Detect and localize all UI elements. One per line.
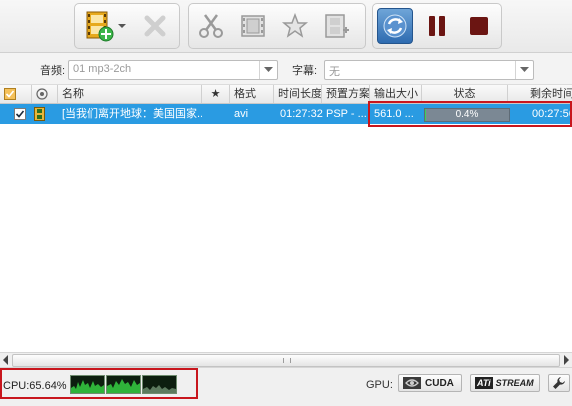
- film-icon: [34, 107, 45, 121]
- column-format[interactable]: 格式: [230, 85, 274, 103]
- audio-select[interactable]: 01 mp3-2ch: [68, 60, 278, 80]
- ati-stream-button[interactable]: ATi STREAM: [470, 374, 540, 392]
- row-type-icon: [34, 104, 50, 124]
- nvidia-eye-icon: [403, 377, 421, 389]
- toolbar-group-edit: [188, 3, 366, 49]
- convert-button[interactable]: [377, 8, 413, 44]
- audio-label: 音频:: [40, 65, 66, 77]
- column-name[interactable]: 名称: [58, 85, 202, 103]
- refresh-icon: [383, 14, 407, 38]
- row-duration: 01:27:32: [280, 108, 323, 120]
- select-all-checkbox[interactable]: [0, 85, 32, 103]
- column-type-icon[interactable]: [32, 85, 58, 103]
- ati-stream-label: STREAM: [495, 378, 534, 388]
- audio-select-value: 01 mp3-2ch: [73, 63, 132, 75]
- target-icon: [36, 88, 48, 100]
- add-video-button[interactable]: [81, 8, 117, 44]
- highlight-box-progress: [368, 101, 572, 127]
- close-icon: [144, 15, 166, 37]
- clip-button[interactable]: [193, 8, 229, 44]
- settings-button[interactable]: [548, 374, 570, 392]
- pause-icon: [429, 16, 445, 36]
- toolbar-group-convert: [372, 3, 502, 49]
- toolbar-group-add: [74, 3, 180, 49]
- subtitle-label: 字幕:: [292, 65, 318, 77]
- chevron-down-icon[interactable]: [259, 61, 277, 79]
- merge-button[interactable]: [319, 8, 355, 44]
- effect-button[interactable]: [235, 8, 271, 44]
- subtitle-select[interactable]: 无: [324, 60, 534, 80]
- add-video-icon: [86, 11, 114, 42]
- add-dropdown-button[interactable]: [115, 8, 129, 44]
- scroll-right-icon[interactable]: [562, 355, 570, 365]
- checkbox-icon: [14, 108, 26, 120]
- grip-icon: [283, 358, 291, 363]
- row-format: avi: [234, 108, 249, 120]
- subtitle-select-value: 无: [329, 66, 340, 78]
- options-bar: 音频: 01 mp3-2ch 字幕: 无: [0, 53, 572, 85]
- pause-button[interactable]: [419, 8, 455, 44]
- row-checkbox[interactable]: [14, 104, 30, 124]
- highlight-box-cpu: [0, 368, 198, 399]
- chevron-down-icon: [118, 24, 126, 28]
- stop-icon: [470, 17, 488, 35]
- row-name: [当我们离开地球：美国国家...: [62, 108, 202, 120]
- scissors-icon: [199, 14, 223, 38]
- wrench-icon: [553, 377, 565, 389]
- column-preset[interactable]: 预置方案: [322, 85, 370, 103]
- star-icon: [281, 12, 309, 38]
- ati-logo-icon: ATi: [475, 377, 493, 389]
- column-duration[interactable]: 时间长度: [274, 85, 322, 103]
- row-preset[interactable]: PSP - ...: [322, 104, 370, 124]
- chevron-down-icon[interactable]: [515, 61, 533, 79]
- film-add-icon: [325, 14, 349, 38]
- favorite-button[interactable]: [277, 8, 313, 44]
- film-icon: [241, 15, 265, 37]
- remove-button[interactable]: [137, 8, 173, 44]
- scroll-left-icon[interactable]: [2, 355, 10, 365]
- checkbox-icon: [4, 88, 16, 100]
- horizontal-scrollbar[interactable]: [0, 352, 572, 367]
- gpu-label: GPU:: [366, 379, 393, 391]
- cuda-button[interactable]: CUDA: [398, 374, 462, 392]
- column-favorite[interactable]: ★: [202, 85, 230, 103]
- stop-button[interactable]: [461, 8, 497, 44]
- status-bar: CPU:65.64% GPU: CUDA ATi STREAM: [0, 367, 572, 406]
- toolbar: [0, 0, 572, 53]
- cuda-label: CUDA: [425, 377, 454, 389]
- scrollbar-thumb[interactable]: [12, 354, 560, 367]
